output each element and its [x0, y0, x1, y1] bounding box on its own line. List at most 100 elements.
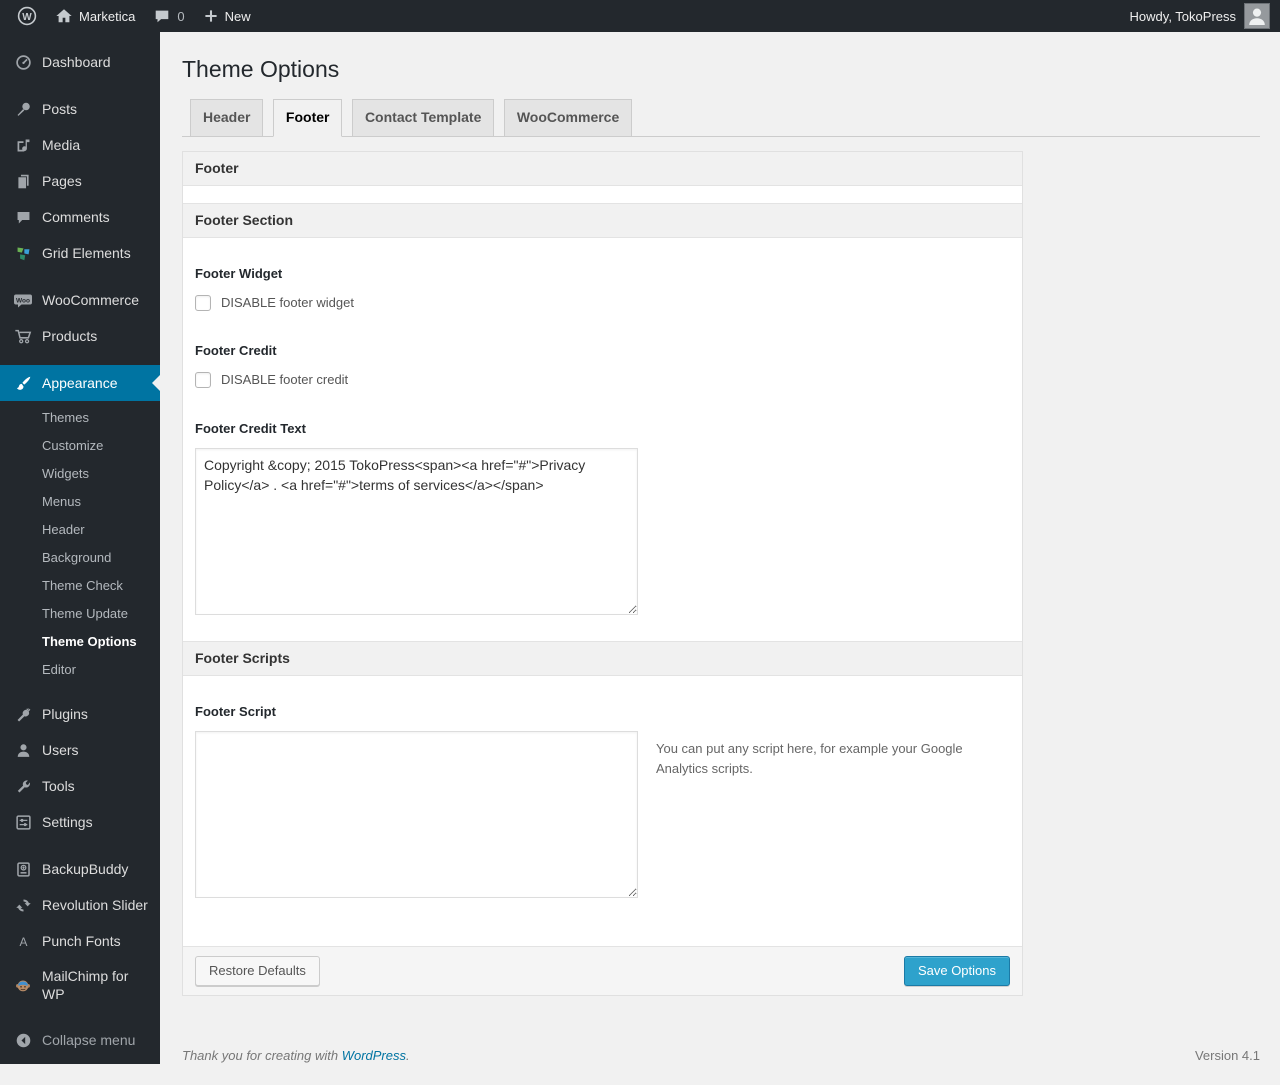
footer-script-label: Footer Script [195, 703, 276, 719]
howdy-label: Howdy, TokoPress [1129, 8, 1236, 24]
footer-credit-checkbox-row[interactable]: DISABLE footer credit [195, 371, 1010, 388]
main-content: Theme Options Header Footer Contact Temp… [160, 32, 1280, 1085]
version-label: Version 4.1 [1194, 1048, 1260, 1064]
mailchimp-monkey-icon [13, 975, 33, 995]
submenu-themes[interactable]: Themes [0, 404, 160, 432]
tab-woocommerce[interactable]: WooCommerce [503, 98, 633, 136]
sidebar-item-posts[interactable]: Posts [0, 91, 160, 127]
site-name-label: Marketica [79, 8, 136, 24]
wordpress-link[interactable]: WordPress [342, 1048, 406, 1063]
submenu-menus[interactable]: Menus [0, 488, 160, 516]
sidebar-item-pages[interactable]: Pages [0, 163, 160, 199]
comments-icon [13, 207, 33, 227]
submenu-background[interactable]: Background [0, 544, 160, 572]
footer-scripts-header: Footer Scripts [183, 640, 1022, 676]
sidebar-item-label: Posts [42, 101, 78, 117]
panel-title: Footer [183, 151, 1022, 186]
page-title: Theme Options [182, 56, 340, 82]
sidebar-item-dashboard[interactable]: Dashboard [0, 44, 160, 80]
appearance-submenu: Themes Customize Widgets Menus Header Ba… [0, 401, 160, 696]
admin-menu: Dashboard Posts Media Pages Comments Gri… [0, 32, 160, 1064]
sidebar-item-woocommerce[interactable]: Woo WooCommerce [0, 282, 160, 318]
comments-admin-bar[interactable]: 0 [144, 0, 193, 32]
admin-footer: Thank you for creating with WordPress. V… [182, 1048, 1260, 1085]
sidebar-item-label: Appearance [42, 375, 118, 391]
submenu-theme-update[interactable]: Theme Update [0, 600, 160, 628]
footer-credit-text-label: Footer Credit Text [195, 420, 306, 436]
footer-section-body: Footer Widget DISABLE footer widget Foot… [183, 237, 1022, 641]
sidebar-item-label: Punch Fonts [42, 933, 121, 949]
sidebar-item-media[interactable]: Media [0, 127, 160, 163]
sidebar-item-comments[interactable]: Comments [0, 199, 160, 235]
sidebar-item-settings[interactable]: Settings [0, 804, 160, 840]
svg-text:A: A [19, 934, 27, 948]
sidebar-item-appearance[interactable]: Appearance [0, 365, 160, 401]
svg-text:Woo: Woo [16, 297, 30, 304]
sidebar-item-grid-elements[interactable]: Grid Elements [0, 235, 160, 271]
refresh-arrows-icon [13, 895, 33, 915]
submenu-theme-check[interactable]: Theme Check [0, 572, 160, 600]
tab-contact-template[interactable]: Contact Template [351, 98, 495, 136]
footer-widget-checkbox-row[interactable]: DISABLE footer widget [195, 294, 1010, 311]
disable-footer-widget-label: DISABLE footer widget [221, 295, 354, 311]
dashboard-icon [13, 52, 33, 72]
settings-sliders-icon [13, 812, 33, 832]
backupbuddy-icon [13, 859, 33, 879]
avatar [1244, 3, 1270, 29]
pushpin-icon [13, 99, 33, 119]
sidebar-item-users[interactable]: Users [0, 732, 160, 768]
disable-footer-credit-checkbox[interactable] [195, 371, 211, 388]
appearance-brush-icon [13, 373, 33, 393]
tab-bar: Header Footer Contact Template WooCommer… [182, 98, 1260, 137]
footer-section-header: Footer Section [183, 202, 1022, 238]
account-menu[interactable]: Howdy, TokoPress [1130, 3, 1280, 29]
sidebar-item-label: BackupBuddy [42, 861, 129, 877]
user-icon [13, 740, 33, 760]
sidebar-item-punch-fonts[interactable]: A Punch Fonts [0, 923, 160, 959]
tab-footer[interactable]: Footer [272, 98, 343, 137]
sidebar-item-tools[interactable]: Tools [0, 768, 160, 804]
submenu-header[interactable]: Header [0, 516, 160, 544]
sidebar-item-backupbuddy[interactable]: BackupBuddy [0, 851, 160, 887]
sidebar-item-label: Media [42, 137, 81, 153]
disable-footer-widget-checkbox[interactable] [195, 294, 211, 311]
submenu-widgets[interactable]: Widgets [0, 460, 160, 488]
home-icon [56, 9, 72, 23]
site-name-link[interactable]: Marketica [46, 0, 144, 32]
footer-thanks: Thank you for creating with WordPress. [182, 1048, 410, 1063]
submenu-editor[interactable]: Editor [0, 656, 160, 684]
footer-script-textarea[interactable] [195, 730, 638, 898]
sidebar-item-label: Tools [42, 778, 75, 794]
restore-defaults-button[interactable]: Restore Defaults [195, 955, 320, 987]
panel-gap [183, 185, 1022, 203]
woocommerce-icon: Woo [13, 290, 33, 310]
tab-header[interactable]: Header [190, 98, 264, 136]
wordpress-logo-menu[interactable]: W [8, 0, 46, 32]
comment-count: 0 [177, 8, 185, 24]
sidebar-item-plugins[interactable]: Plugins [0, 696, 160, 732]
pages-icon [13, 171, 33, 191]
sidebar-item-mailchimp[interactable]: MailChimp for WP [0, 959, 160, 1011]
footer-thanks-period: . [406, 1048, 410, 1064]
submenu-customize[interactable]: Customize [0, 432, 160, 460]
sidebar-item-label: Revolution Slider [42, 897, 148, 913]
new-label: New [224, 8, 251, 24]
sidebar-item-label: Plugins [42, 706, 88, 722]
footer-credit-label: Footer Credit [195, 342, 277, 358]
admin-bar: W Marketica 0 New Howdy, TokoPress [0, 0, 1280, 32]
sidebar-item-label: Grid Elements [42, 245, 131, 261]
submenu-theme-options[interactable]: Theme Options [0, 628, 160, 656]
cart-icon [13, 326, 33, 346]
sidebar-item-products[interactable]: Products [0, 318, 160, 354]
footer-thanks-text: Thank you for creating with [182, 1048, 339, 1064]
save-options-button[interactable]: Save Options [903, 955, 1010, 987]
footer-scripts-body: Footer Script You can put any script her… [183, 675, 1022, 946]
collapse-menu-button[interactable]: Collapse menu [0, 1022, 160, 1058]
footer-credit-text-textarea[interactable]: Copyright &copy; 2015 TokoPress<span><a … [195, 447, 638, 615]
sidebar-item-label: Users [42, 742, 79, 758]
new-content-menu[interactable]: New [194, 0, 260, 32]
theme-options-panel: Footer Footer Section Footer Widget DISA… [182, 150, 1023, 997]
sidebar-item-revolution-slider[interactable]: Revolution Slider [0, 887, 160, 923]
collapse-arrow-icon [13, 1030, 33, 1050]
letter-a-icon: A [13, 931, 33, 951]
